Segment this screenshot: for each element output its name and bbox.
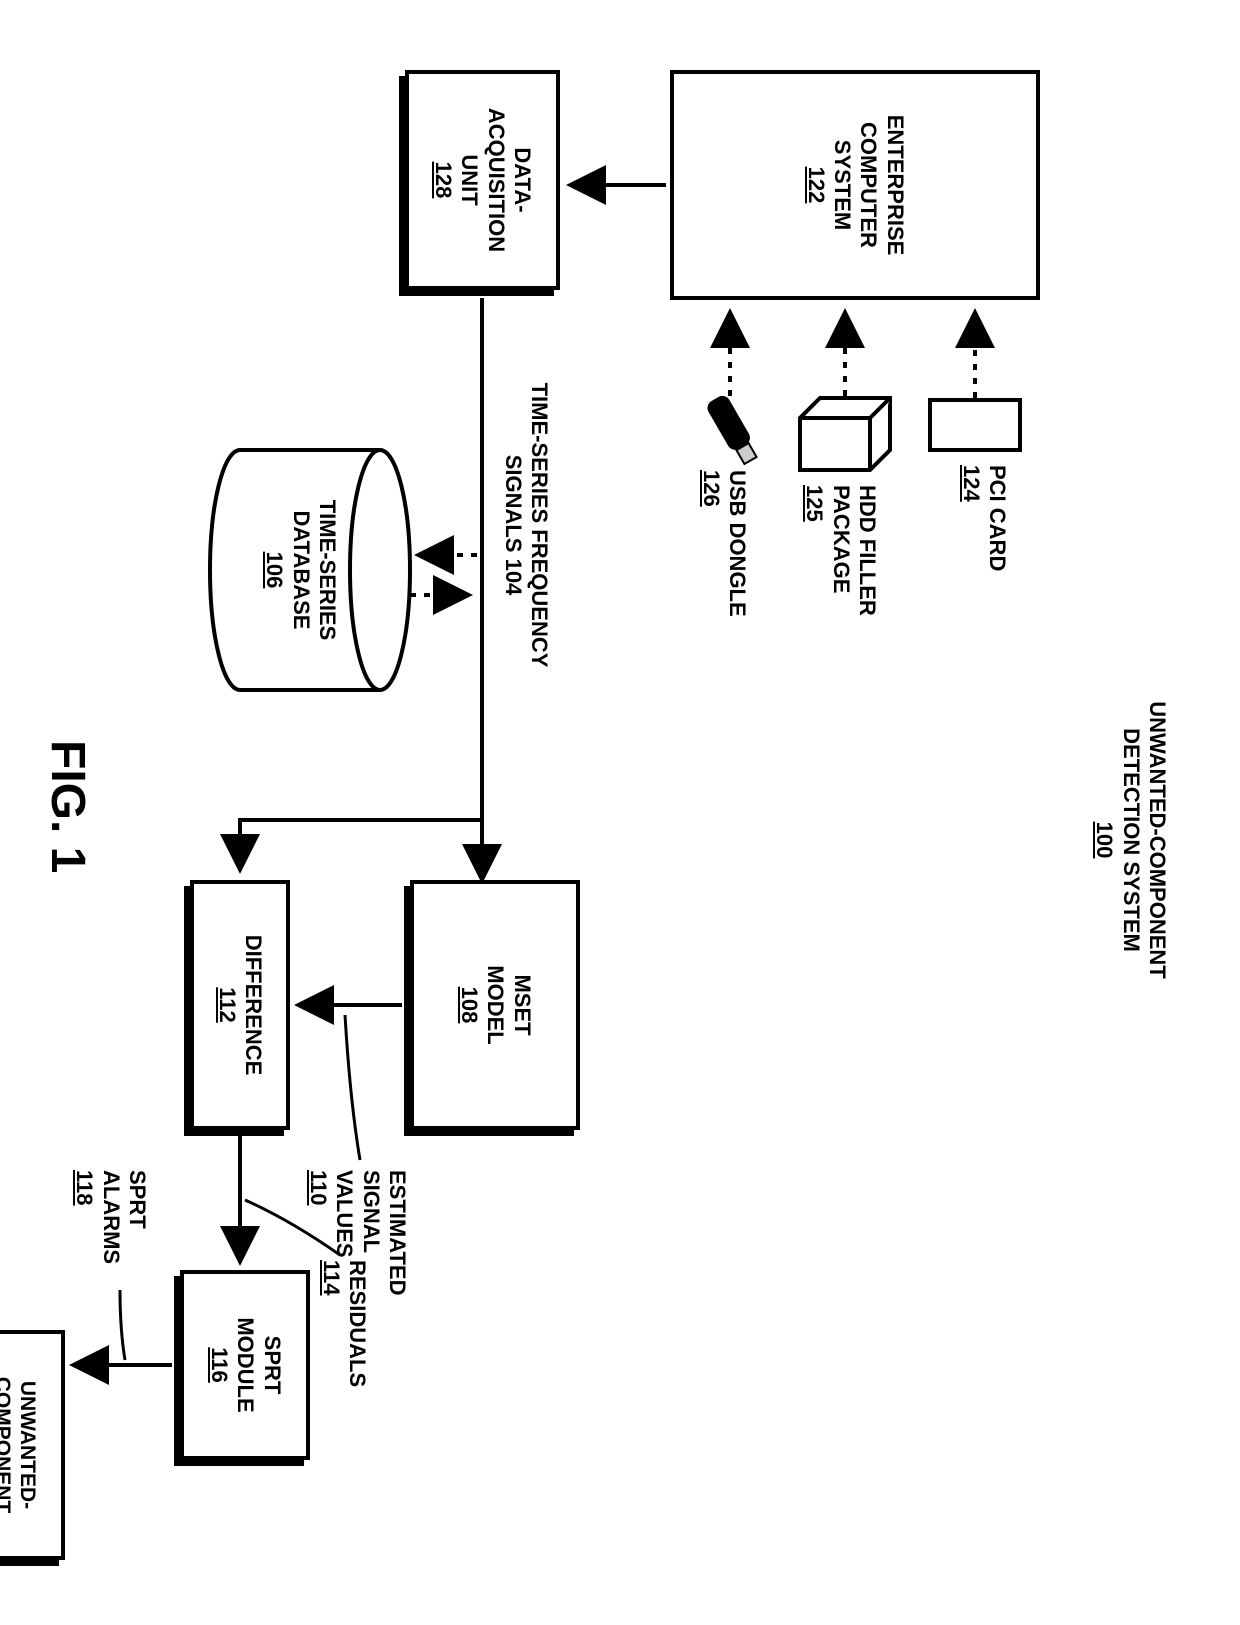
enterprise-num: 122 xyxy=(802,167,828,204)
tsfreq-l1: TIME-SERIES FREQUENCY xyxy=(527,383,552,668)
tsdb-l1: TIME-SERIES xyxy=(315,500,340,641)
usb-num: 126 xyxy=(699,470,724,507)
esv-num: 110 xyxy=(306,1170,331,1206)
pci-l1: PCI CARD xyxy=(985,465,1010,571)
tsdb-l2: DATABASE xyxy=(289,511,314,630)
alarms-l2: ALARMS xyxy=(99,1170,124,1264)
daq-num: 128 xyxy=(430,162,456,199)
mset-l2: MODEL xyxy=(482,965,508,1044)
mset-num: 108 xyxy=(455,987,481,1024)
hdd-l2: PACKAGE xyxy=(829,485,854,593)
usb-l1: USB DONGLE xyxy=(725,470,750,617)
title-line2: DETECTION SYSTEM xyxy=(1119,728,1144,952)
difference-box: DIFFERENCE 112 xyxy=(190,880,290,1130)
sprt-num: 116 xyxy=(205,1347,231,1383)
esv-l3: VALUES xyxy=(332,1170,357,1258)
diff-l1: DIFFERENCE xyxy=(240,935,266,1076)
figure-caption: FIG. 1 xyxy=(40,740,95,873)
resid-l1: RESIDUALS xyxy=(345,1260,370,1387)
enterprise-l3: SYSTEM xyxy=(829,140,855,230)
title-line1: UNWANTED-COMPONENT xyxy=(1145,701,1170,978)
enterprise-l1: ENTERPRISE xyxy=(881,115,907,256)
esv-l2: SIGNAL xyxy=(359,1170,384,1253)
sprt-l1: SPRT xyxy=(258,1336,284,1395)
hdd-l1: HDD FILLER xyxy=(855,485,880,616)
alarms-l1: SPRT xyxy=(125,1170,150,1229)
detect-l1: UNWANTED- xyxy=(15,1381,40,1509)
sprt-l2: MODULE xyxy=(232,1317,258,1412)
mset-box: MSET MODEL 108 xyxy=(410,880,580,1130)
tsdb-num: 106 xyxy=(262,552,287,589)
resid-num: 114 xyxy=(319,1260,344,1296)
enterprise-l2: COMPUTER xyxy=(855,122,881,248)
tsfreq-l2: SIGNALS 104 xyxy=(501,455,526,596)
detect-l2: COMPONENT xyxy=(0,1377,15,1514)
title-num: 100 xyxy=(1092,822,1117,859)
daq-box: DATA- ACQUISITION UNIT 128 xyxy=(405,70,560,290)
detect-box: UNWANTED- COMPONENT DETECTION 120 xyxy=(0,1330,65,1560)
mset-l1: MSET xyxy=(508,974,534,1035)
daq-l3: UNIT xyxy=(456,154,482,205)
alarms-num: 118 xyxy=(72,1170,97,1206)
daq-l1: DATA- xyxy=(509,147,535,212)
esv-l1: ESTIMATED xyxy=(385,1170,410,1295)
hdd-num: 125 xyxy=(802,485,827,522)
enterprise-box: ENTERPRISE COMPUTER SYSTEM 122 xyxy=(670,70,1040,300)
daq-l2: ACQUISITION xyxy=(483,108,509,252)
sprt-box: SPRT MODULE 116 xyxy=(180,1270,310,1460)
pci-num: 124 xyxy=(959,465,984,502)
diff-num: 112 xyxy=(214,987,240,1023)
